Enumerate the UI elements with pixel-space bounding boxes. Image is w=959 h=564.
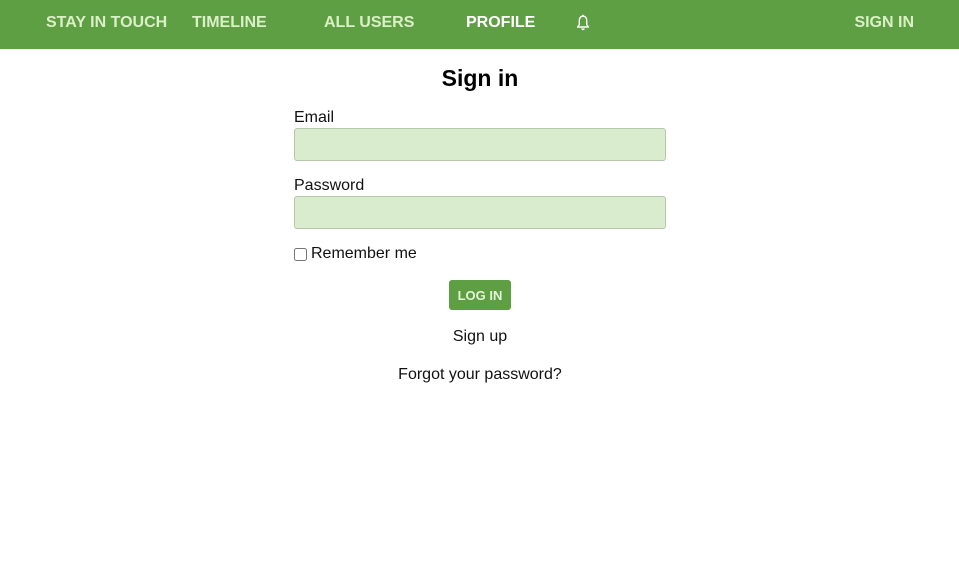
- nav-all-users-link[interactable]: ALL USERS: [324, 0, 414, 46]
- sign-up-link[interactable]: Sign up: [294, 328, 666, 346]
- password-label: Password: [294, 177, 365, 194]
- top-navbar: STAY IN TOUCH TIMELINE ALL USERS PROFILE…: [0, 0, 959, 49]
- nav-timeline-link[interactable]: TIMELINE: [192, 0, 267, 46]
- bell-icon[interactable]: [576, 14, 590, 32]
- bell-icon-graphic: [576, 14, 590, 31]
- email-field[interactable]: [294, 128, 666, 161]
- log-in-button[interactable]: LOG IN: [449, 280, 511, 310]
- page-title: Sign in: [441, 65, 519, 91]
- nav-brand-link[interactable]: STAY IN TOUCH: [46, 0, 167, 46]
- remember-me-label[interactable]: Remember me: [311, 245, 417, 263]
- email-label: Email: [294, 109, 335, 126]
- password-field[interactable]: [294, 196, 666, 229]
- forgot-password-link[interactable]: Forgot your password?: [294, 366, 666, 384]
- remember-me-checkbox[interactable]: [294, 247, 307, 261]
- nav-sign-in-link[interactable]: SIGN IN: [854, 0, 914, 46]
- remember-me-row: Remember me: [294, 245, 417, 263]
- nav-profile-link[interactable]: PROFILE: [466, 0, 535, 46]
